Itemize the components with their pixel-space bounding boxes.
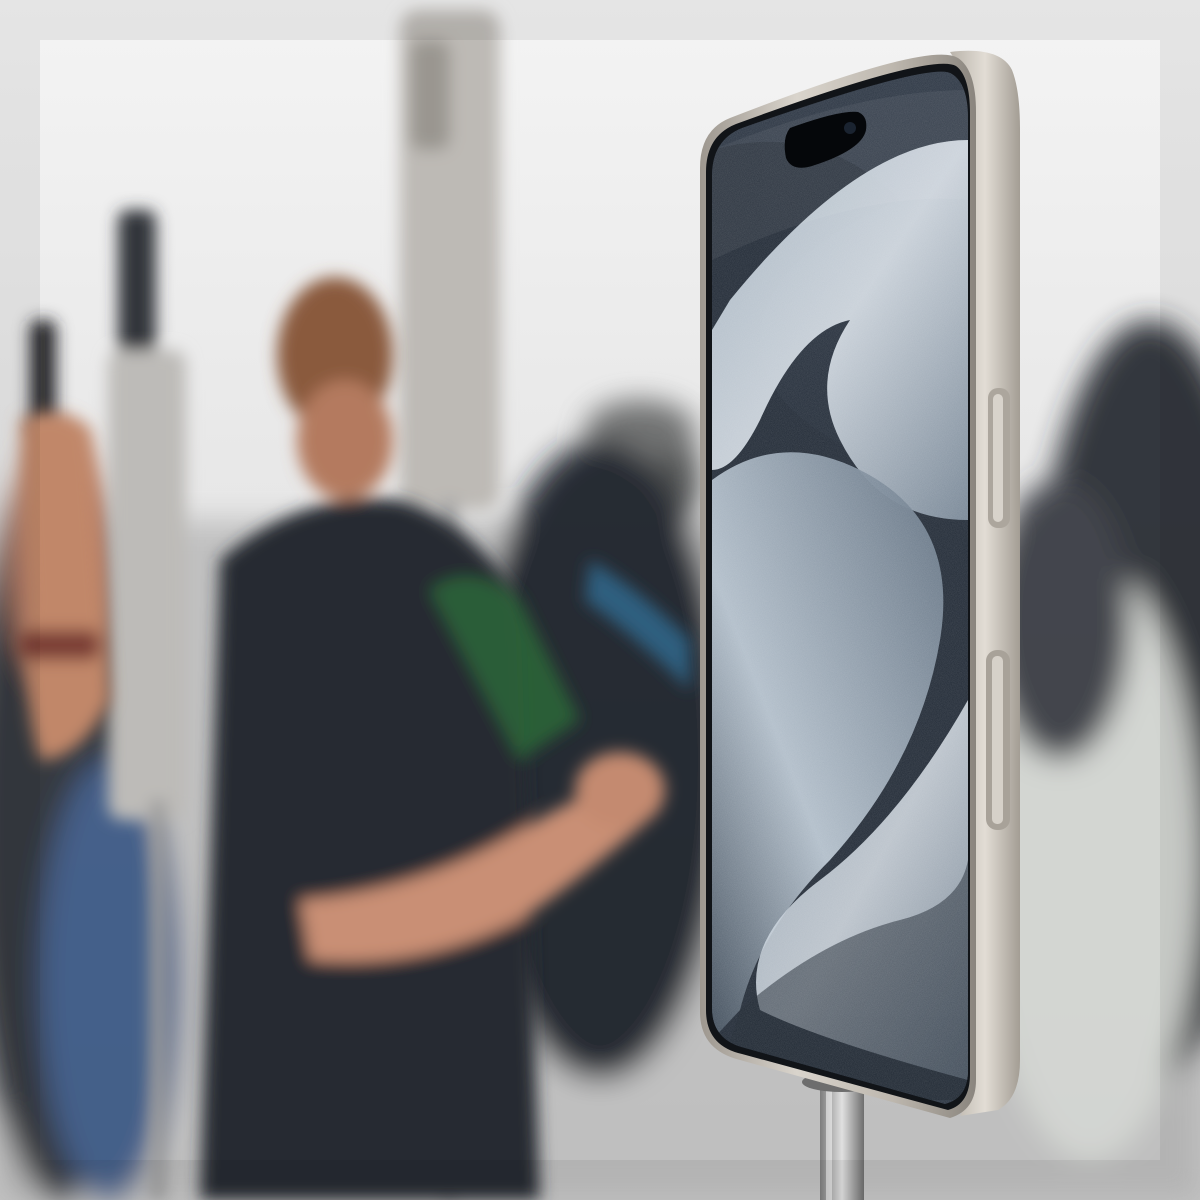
smartphone — [700, 50, 1020, 1118]
front-camera-icon — [844, 122, 856, 134]
phone-screen — [712, 71, 968, 1105]
photo-scene — [0, 0, 1200, 1200]
photo-illustration — [0, 0, 1200, 1200]
